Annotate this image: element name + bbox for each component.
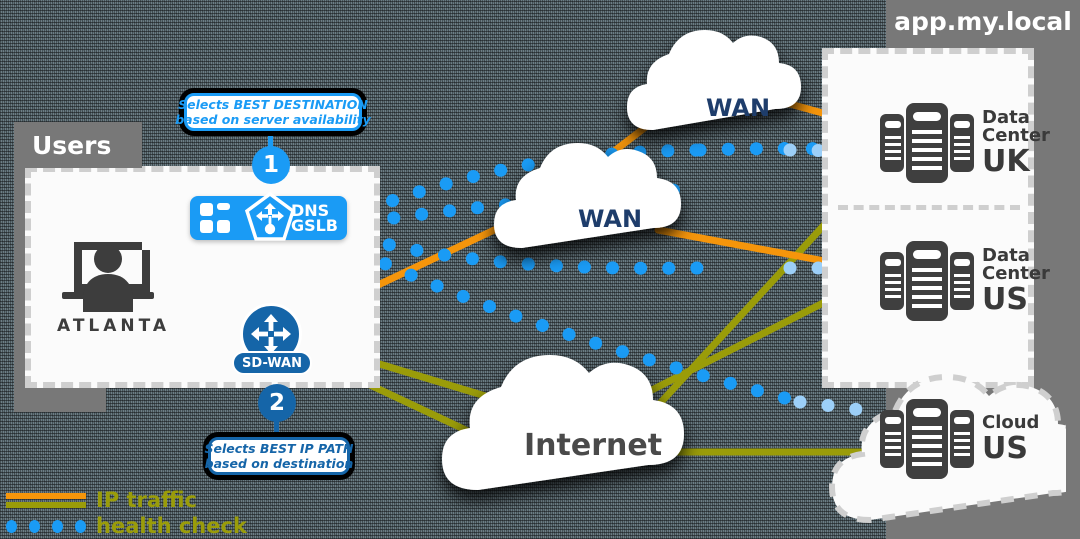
user-at-monitor-icon xyxy=(62,242,154,312)
legend-swatch-health-check xyxy=(6,519,86,533)
destinations-divider xyxy=(838,205,1020,210)
server-rack-icon xyxy=(880,241,974,321)
gslb-pentagon-icon xyxy=(244,191,296,241)
callout-1-number: 1 xyxy=(252,146,290,184)
legend-item-health-check: health check xyxy=(6,513,247,539)
site-cloud-code: US xyxy=(982,431,1028,466)
app-grid-icon xyxy=(200,203,230,233)
site-us-code: US xyxy=(982,282,1028,317)
site-us-label: Data Center US xyxy=(982,247,1050,315)
users-header: Users xyxy=(14,122,142,168)
legend: IP traffic health check xyxy=(6,487,247,539)
site-us-kind2: Center xyxy=(982,263,1050,284)
sd-wan-label: SD-WAN xyxy=(232,351,312,375)
users-header-label: Users xyxy=(32,130,112,160)
dns-gslb-text: DNS GSLB xyxy=(290,203,338,235)
destinations-header: app.my.local xyxy=(886,0,1080,42)
legend-label-health-check: health check xyxy=(96,514,247,538)
server-rack-icon xyxy=(880,399,974,479)
callout-2-line2: based on destination xyxy=(204,456,354,471)
destinations-header-label: app.my.local xyxy=(894,6,1072,36)
atlanta-label: ATLANTA xyxy=(57,316,171,336)
callout-1-line1: Selects BEST DESTINATION xyxy=(178,97,368,112)
legend-label-ip-traffic: IP traffic xyxy=(96,488,197,512)
site-uk-kind2: Center xyxy=(982,125,1050,146)
site-cloud-kind1: Cloud xyxy=(982,412,1040,433)
diagram-stage: Users ATLANTA DNS GSLB SD-WAN Selects BE… xyxy=(0,0,1080,539)
destinations-panel xyxy=(822,48,1034,388)
server-rack-icon xyxy=(880,103,974,183)
callout-2: Selects BEST IP PATH based on destinatio… xyxy=(205,437,354,475)
dns-gslb-badge[interactable]: DNS GSLB xyxy=(190,191,347,241)
legend-item-ip-traffic: IP traffic xyxy=(6,487,247,513)
cloud-internet-label: Internet xyxy=(524,428,663,463)
four-arrows-router-icon xyxy=(251,314,291,354)
sd-wan-node[interactable]: SD-WAN xyxy=(232,303,312,375)
site-data-center-us[interactable]: Data Center US xyxy=(880,238,1050,324)
callout-2-line1: Selects BEST IP PATH xyxy=(204,441,354,456)
callout-1: Selects BEST DESTINATION based on server… xyxy=(175,93,371,131)
callout-2-number: 2 xyxy=(258,384,296,422)
callout-1-line2: based on server availability xyxy=(175,112,371,127)
site-cloud-label: Cloud US xyxy=(982,414,1039,464)
cloud-wan-mid-label: WAN xyxy=(578,205,643,233)
site-uk-code: UK xyxy=(982,144,1030,179)
dns-gslb-line2: GSLB xyxy=(290,216,338,235)
site-uk-label: Data Center UK xyxy=(982,109,1050,177)
site-data-center-uk[interactable]: Data Center UK xyxy=(880,100,1050,186)
site-cloud-us[interactable]: Cloud US xyxy=(880,396,1039,482)
cloud-wan-top-label: WAN xyxy=(706,94,771,122)
legend-swatch-ip-traffic xyxy=(6,492,86,508)
cloud-internet xyxy=(442,355,684,490)
